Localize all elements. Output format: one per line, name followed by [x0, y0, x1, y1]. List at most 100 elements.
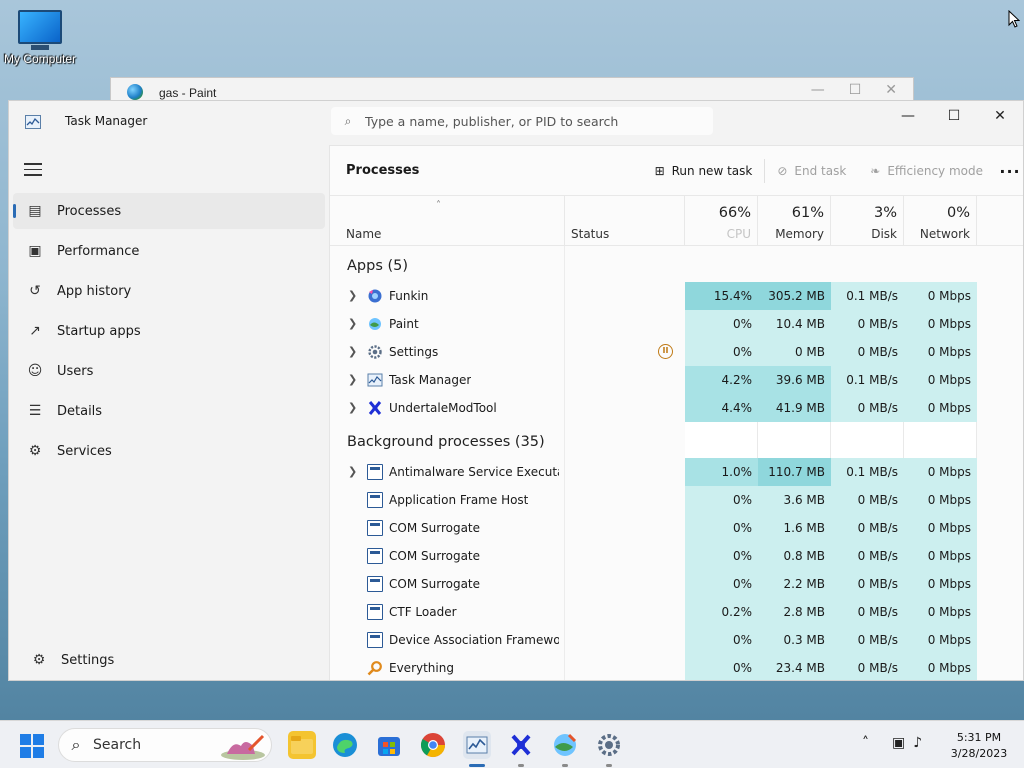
chevron-right-icon[interactable]: ❯ [348, 345, 358, 358]
desktop-icon-my-computer[interactable]: My Computer [2, 10, 78, 66]
column-label: Network [919, 227, 970, 241]
table-row[interactable]: COM Surrogate 0% 1.6 MB 0 MB/s 0 Mbps [330, 514, 1023, 542]
table-row[interactable]: ❯ Task Manager 4.2% 39.6 MB 0.1 MB/s 0 M… [330, 366, 1023, 394]
chevron-right-icon[interactable]: ❯ [348, 465, 358, 478]
cpu-value: 0% [685, 514, 758, 542]
users-icon: ☺ [27, 363, 43, 379]
maximize-button[interactable]: ☐ [931, 101, 977, 131]
windows-start-icon[interactable] [20, 734, 44, 758]
maximize-icon[interactable]: ☐ [849, 82, 862, 98]
chrome-browser-icon[interactable] [419, 731, 447, 759]
settings-taskbar-icon[interactable] [595, 731, 623, 759]
column-label: Disk [871, 227, 897, 241]
disk-value: 0 MB/s [831, 542, 904, 570]
chevron-right-icon[interactable]: ❯ [348, 289, 358, 302]
disk-value: 0 MB/s [831, 654, 904, 680]
process-name: COM Surrogate [389, 521, 481, 535]
sidebar-item-label: Settings [61, 652, 115, 668]
cpu-value: 0% [685, 570, 758, 598]
process-name: COM Surrogate [389, 549, 481, 563]
task-manager-window[interactable]: Task Manager ⌕ — ☐ ✕ ▤ Processes ▣ Perfo… [8, 100, 1024, 681]
clock-time: 5:31 PM [956, 731, 1002, 744]
table-row[interactable]: ❯ Paint 0% 10.4 MB 0 MB/s 0 Mbps [330, 310, 1023, 338]
memory-value: 3.6 MB [758, 486, 831, 514]
network-value: 0 Mbps [904, 394, 977, 422]
table-row[interactable]: Everything 0% 23.4 MB 0 MB/s 0 Mbps [330, 654, 1023, 680]
table-row[interactable]: ❯ Antimalware Service Executable 1.0% 11… [330, 458, 1023, 486]
network-icon[interactable]: ▣ [892, 735, 913, 751]
table-row[interactable]: CTF Loader 0.2% 2.8 MB 0 MB/s 0 Mbps [330, 598, 1023, 626]
table-row[interactable]: ❯ UndertaleModTool 4.4% 41.9 MB 0 MB/s 0… [330, 394, 1023, 422]
search-box[interactable]: ⌕ [331, 107, 713, 135]
table-row[interactable]: Application Frame Host 0% 3.6 MB 0 MB/s … [330, 486, 1023, 514]
chevron-right-icon[interactable]: ❯ [348, 373, 358, 386]
network-value: 0 Mbps [904, 654, 977, 680]
process-name: Settings [389, 345, 439, 359]
paint-window-controls: — ☐ ✕ [811, 82, 897, 98]
file-explorer-icon[interactable] [288, 731, 316, 759]
sidebar-item-settings[interactable]: ⚙ Settings [17, 642, 329, 678]
sidebar-item-app-history[interactable]: ↺ App history [13, 273, 325, 309]
desktop-icon-label: My Computer [3, 52, 77, 66]
table-row[interactable]: Device Association Framewor... 0% 0.3 MB… [330, 626, 1023, 654]
process-name: Antimalware Service Executable [389, 465, 559, 479]
table-row[interactable]: COM Surrogate 0% 2.2 MB 0 MB/s 0 Mbps [330, 570, 1023, 598]
gear-icon: ⚙ [32, 652, 46, 668]
system-tray[interactable]: ▣♪ [892, 735, 930, 751]
window-controls: — ☐ ✕ [885, 101, 1023, 131]
disk-value: 0 MB/s [831, 310, 904, 338]
paint-taskbar-icon[interactable] [551, 731, 579, 759]
system-clock[interactable]: 5:31 PM 3/28/2023 [944, 730, 1014, 762]
close-icon[interactable]: ✕ [885, 82, 897, 98]
end-task-button[interactable]: ⊘ End task [765, 154, 858, 188]
column-header-status[interactable]: Status [565, 196, 685, 246]
cpu-total-percent: 66% [718, 205, 751, 221]
table-row[interactable]: COM Surrogate 0% 0.8 MB 0 MB/s 0 Mbps [330, 542, 1023, 570]
column-header-memory[interactable]: 61% Memory [758, 196, 831, 246]
chevron-right-icon[interactable]: ❯ [348, 317, 358, 330]
network-value: 0 Mbps [904, 310, 977, 338]
efficiency-mode-button[interactable]: ❧ Efficiency mode [858, 154, 995, 188]
volume-icon[interactable]: ♪ [913, 735, 930, 751]
disk-value: 0.1 MB/s [831, 366, 904, 394]
taskbar-search-box[interactable]: ⌕ Search [58, 728, 272, 762]
running-app-indicator [518, 764, 524, 767]
sidebar-item-performance[interactable]: ▣ Performance [13, 233, 325, 269]
network-value: 0 Mbps [904, 338, 977, 366]
processes-icon: ▤ [28, 203, 42, 219]
memory-value: 10.4 MB [758, 310, 831, 338]
cpu-value: 1.0% [685, 458, 758, 486]
sidebar-item-processes[interactable]: ▤ Processes [13, 193, 325, 229]
minimize-icon[interactable]: — [811, 82, 825, 98]
memory-value: 0 MB [758, 338, 831, 366]
microsoft-store-icon[interactable] [375, 731, 403, 759]
column-header-name[interactable]: ˄ Name [330, 196, 565, 246]
table-row[interactable]: ❯ Funkin 15.4% 305.2 MB 0.1 MB/s 0 Mbps [330, 282, 1023, 310]
sidebar-item-label: Performance [57, 243, 140, 259]
show-hidden-icons-chevron-icon[interactable]: ˄ [862, 735, 869, 751]
sidebar-item-details[interactable]: ☰ Details [13, 393, 325, 429]
close-button[interactable]: ✕ [977, 101, 1023, 131]
process-name: UndertaleModTool [389, 401, 497, 415]
task-manager-taskbar-icon[interactable] [463, 731, 491, 759]
title-bar[interactable]: Task Manager ⌕ — ☐ ✕ [9, 101, 1023, 145]
column-header-disk[interactable]: 3% Disk [831, 196, 904, 246]
column-header-network[interactable]: 0% Network [904, 196, 977, 246]
cpu-value: 0% [685, 626, 758, 654]
sidebar-item-users[interactable]: ☺ Users [13, 353, 325, 389]
undertale-mod-tool-taskbar-icon[interactable] [507, 731, 535, 759]
minimize-button[interactable]: — [885, 101, 931, 131]
more-options-icon[interactable]: ··· [995, 162, 1023, 181]
search-input[interactable] [365, 113, 713, 129]
hamburger-menu-icon[interactable] [24, 163, 42, 180]
edge-browser-icon[interactable] [331, 731, 359, 759]
table-row[interactable]: ❯ Settings II 0% 0 MB 0 MB/s 0 Mbps [330, 338, 1023, 366]
run-new-task-button[interactable]: ⊞ Run new task [643, 154, 765, 188]
clock-date: 3/28/2023 [950, 747, 1008, 760]
column-header-cpu[interactable]: 66% CPU [685, 196, 758, 246]
chevron-right-icon[interactable]: ❯ [348, 401, 358, 414]
sidebar-item-services[interactable]: ⚙ Services [13, 433, 325, 469]
memory-value: 23.4 MB [758, 654, 831, 680]
sidebar-item-startup-apps[interactable]: ↗ Startup apps [13, 313, 325, 349]
end-task-icon: ⊘ [777, 164, 788, 178]
